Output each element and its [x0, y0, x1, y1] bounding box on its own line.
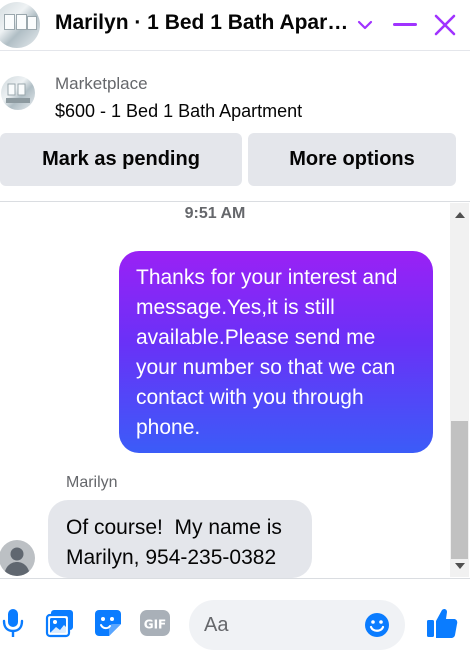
listing-photo[interactable] [0, 2, 40, 48]
close-icon[interactable] [430, 10, 460, 40]
message-line: phone. [136, 416, 201, 439]
message-input-placeholder: Aa [204, 614, 229, 636]
message-line: contact with you through [136, 386, 364, 409]
microphone-icon[interactable] [0, 607, 29, 639]
scrollbar-thumb[interactable] [451, 421, 468, 559]
incoming-message[interactable]: Of course! My name is Marilyn, 954-235-0… [48, 500, 312, 578]
listing-thumbnail[interactable] [1, 76, 35, 110]
photo-icon[interactable] [44, 607, 76, 639]
message-line: message.Yes,it is still [136, 296, 335, 319]
svg-text:GIF: GIF [144, 618, 167, 632]
thumbs-up-icon[interactable] [424, 605, 460, 641]
sender-avatar[interactable] [0, 540, 35, 576]
message-timestamp: 9:51 AM [184, 205, 246, 222]
message-input[interactable]: Aa [189, 600, 405, 650]
chat-scrollbar[interactable] [450, 203, 469, 577]
listing-title[interactable]: $600 - 1 Bed 1 Bath Apartment [55, 101, 302, 122]
message-line: available.Please send me [136, 326, 376, 349]
divider [0, 578, 470, 579]
scroll-up-arrow-icon[interactable] [450, 206, 469, 223]
mark-as-pending-button[interactable]: Mark as pending [0, 133, 242, 186]
more-options-button[interactable]: More options [248, 133, 456, 186]
minimize-icon[interactable] [390, 10, 420, 40]
marketplace-label: Marketplace [55, 74, 148, 93]
chat-header: Marilyn · 1 Bed 1 Bath Apar… [0, 0, 470, 51]
scroll-down-arrow-icon[interactable] [450, 557, 469, 574]
divider [0, 201, 470, 202]
message-line: your number so that we can [136, 356, 396, 379]
chevron-down-icon[interactable] [350, 10, 380, 40]
sender-name: Marilyn [66, 474, 118, 491]
sticker-icon[interactable] [92, 607, 124, 639]
emoji-icon[interactable] [364, 612, 390, 638]
gif-icon[interactable]: GIF [139, 607, 171, 639]
outgoing-message[interactable]: Thanks for your interest and message.Yes… [119, 251, 433, 453]
conversation-title[interactable]: Marilyn · 1 Bed 1 Bath Apar… [55, 11, 350, 35]
message-line: Thanks for your interest and [136, 266, 398, 289]
